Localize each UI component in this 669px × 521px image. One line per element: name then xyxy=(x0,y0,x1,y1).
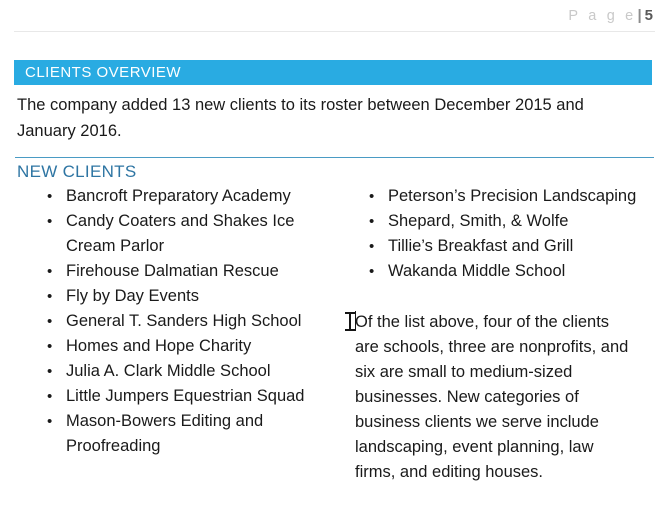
bullet-icon: • xyxy=(47,263,53,280)
list-item-label: Julia A. Clark Middle School xyxy=(66,362,271,380)
list-item-label: Shepard, Smith, & Wolfe xyxy=(388,212,569,230)
list-item-label: Firehouse Dalmatian Rescue xyxy=(66,262,279,280)
bullet-icon: • xyxy=(369,188,375,205)
list-item: • Fly by Day Events xyxy=(14,284,334,309)
page-number-value: 5 xyxy=(644,7,653,24)
list-item: • Shepard, Smith, & Wolfe xyxy=(340,209,660,234)
list-item-label: Wakanda Middle School xyxy=(388,262,566,280)
list-item-label: Tillie’s Breakfast and Grill xyxy=(388,237,574,255)
list-item: • Julia A. Clark Middle School xyxy=(14,359,334,384)
banner-title: CLIENTS OVERVIEW xyxy=(25,64,182,81)
list-item-label: Homes and Hope Charity xyxy=(66,337,252,355)
page-separator: | xyxy=(637,7,642,24)
client-list-right: • Peterson’s Precision Landscaping • Shepa… xyxy=(340,184,660,284)
bullet-icon: • xyxy=(47,413,53,430)
list-item: • Homes and Hope Charity xyxy=(14,334,334,359)
list-item-label: Little Jumpers Equestrian Squad xyxy=(66,387,305,405)
page-header: P a g e| 5 xyxy=(0,0,669,34)
list-item-label: Fly by Day Events xyxy=(66,287,199,305)
ibeam-cursor-icon xyxy=(345,311,356,332)
bullet-icon: • xyxy=(47,188,53,205)
clients-right-column: • Peterson’s Precision Landscaping • Shepa… xyxy=(340,184,660,284)
list-item-label: Bancroft Preparatory Academy xyxy=(66,187,291,205)
bullet-icon: • xyxy=(47,338,53,355)
list-item: • Firehouse Dalmatian Rescue xyxy=(14,259,334,284)
intro-paragraph: The company added 13 new clients to its … xyxy=(17,96,584,140)
summary-paragraph: Of the list above, four of the clients a… xyxy=(355,313,629,481)
new-clients-divider xyxy=(15,157,654,158)
bullet-icon: • xyxy=(369,238,375,255)
page-label: P a g e xyxy=(568,8,637,24)
bullet-icon: • xyxy=(369,263,375,280)
bullet-icon: • xyxy=(47,363,53,380)
list-item: • Bancroft Preparatory Academy xyxy=(14,184,334,209)
bullet-icon: • xyxy=(47,388,53,405)
list-item: • Mason-Bowers Editing and Proofreading xyxy=(14,409,334,459)
bullet-icon: • xyxy=(47,313,53,330)
bullet-icon: • xyxy=(47,288,53,305)
clients-left-column: • Bancroft Preparatory Academy • Candy Coa… xyxy=(14,184,334,459)
bullet-icon: • xyxy=(369,213,375,230)
list-item-label: Mason-Bowers Editing and Proofreading xyxy=(66,412,264,455)
new-clients-heading: NEW CLIENTS xyxy=(17,162,137,181)
list-item-label: Candy Coaters and Shakes Ice Cream Parlo… xyxy=(66,212,295,255)
list-item-label: General T. Sanders High School xyxy=(66,312,302,330)
clients-overview-banner: CLIENTS OVERVIEW xyxy=(14,60,652,85)
list-item: • Little Jumpers Equestrian Squad xyxy=(14,384,334,409)
list-item: • Wakanda Middle School xyxy=(340,259,660,284)
bullet-icon: • xyxy=(47,213,53,230)
list-item: • Tillie’s Breakfast and Grill xyxy=(340,234,660,259)
list-item: • Peterson’s Precision Landscaping xyxy=(340,184,660,209)
list-item-label: Peterson’s Precision Landscaping xyxy=(388,187,637,205)
client-list-left: • Bancroft Preparatory Academy • Candy Coa… xyxy=(14,184,334,459)
list-item: • Candy Coaters and Shakes Ice Cream Parl… xyxy=(14,209,334,259)
list-item: • General T. Sanders High School xyxy=(14,309,334,334)
page-number-field: P a g e| 5 xyxy=(568,6,653,26)
header-divider xyxy=(14,31,655,32)
